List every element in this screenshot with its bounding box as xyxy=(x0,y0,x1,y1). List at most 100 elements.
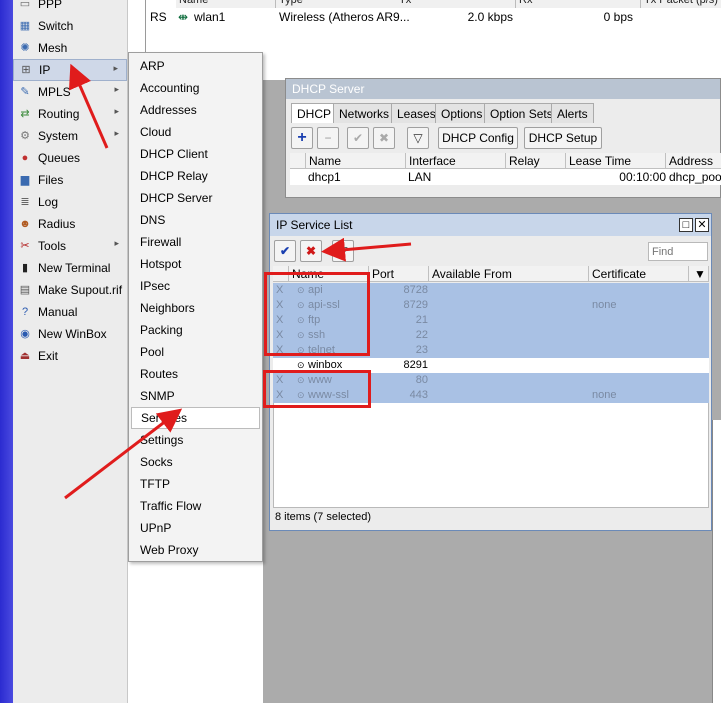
sidebar-item-label: Log xyxy=(38,195,59,209)
remove-icon[interactable]: − xyxy=(317,127,339,149)
row-port: 8291 xyxy=(403,359,428,371)
sidebar-item-mpls[interactable]: ✎ MPLS ▸ xyxy=(13,81,127,103)
submenu-arrow-icon: ▸ xyxy=(113,63,118,73)
enable-check-icon[interactable]: ✔ xyxy=(274,240,296,262)
ip-submenu: ARP Accounting Addresses Cloud DHCP Client DH… xyxy=(128,52,263,562)
find-input[interactable] xyxy=(648,242,708,261)
sidebar-item-routing[interactable]: ⇄ Routing ▸ xyxy=(13,103,127,125)
sidebar-item-make-supout-rif[interactable]: ▤ Make Supout.rif xyxy=(13,279,127,301)
ppp-icon: ▭ xyxy=(19,0,31,10)
submenu-item-cloud[interactable]: Cloud xyxy=(131,121,260,143)
submenu-item-ipsec[interactable]: IPsec xyxy=(131,275,260,297)
disable-x-icon[interactable]: ✖ xyxy=(300,240,322,262)
submenu-item-settings[interactable]: Settings xyxy=(131,429,260,451)
filter-icon[interactable]: ▽ xyxy=(332,240,354,262)
column-dropdown-icon[interactable]: ▼ xyxy=(689,266,709,282)
tab-options[interactable]: Options xyxy=(435,103,489,123)
row-certificate: none xyxy=(592,389,617,401)
close-icon[interactable]: ✕ xyxy=(695,218,709,232)
sidebar-item-tools[interactable]: ✂ Tools ▸ xyxy=(13,235,127,257)
col-header-certificate[interactable]: Certificate xyxy=(589,266,689,282)
tab-dhcp[interactable]: DHCP xyxy=(291,103,338,123)
sidebar-item-log[interactable]: ≣ Log xyxy=(13,191,127,213)
submenu-item-web-proxy[interactable]: Web Proxy xyxy=(131,539,260,561)
row-port: 443 xyxy=(409,389,428,401)
submenu-item-tftp[interactable]: TFTP xyxy=(131,473,260,495)
status-bar: 8 items (7 selected) xyxy=(275,511,371,523)
tab-networks[interactable]: Networks xyxy=(333,103,396,123)
disable-x-icon[interactable]: ✖ xyxy=(373,127,395,149)
iface-name[interactable]: wlan1 xyxy=(194,10,225,24)
submenu-arrow-icon: ▸ xyxy=(114,238,119,248)
exit-icon: ⏏ xyxy=(19,349,31,362)
submenu-item-firewall[interactable]: Firewall xyxy=(131,231,260,253)
submenu-item-upnp[interactable]: UPnP xyxy=(131,517,260,539)
submenu-item-socks[interactable]: Socks xyxy=(131,451,260,473)
maximize-icon[interactable]: □ xyxy=(679,218,693,232)
sidebar-item-system[interactable]: ⚙ System ▸ xyxy=(13,125,127,147)
col-header-name[interactable]: Name xyxy=(176,0,276,8)
col-header-dhcp-name[interactable]: Name xyxy=(306,153,406,169)
sidebar-item-exit[interactable]: ⏏ Exit xyxy=(13,345,127,367)
radius-users-icon: ☻ xyxy=(19,217,31,230)
sidebar-item-switch[interactable]: ▦ Switch xyxy=(13,15,127,37)
submenu-item-hotspot[interactable]: Hotspot xyxy=(131,253,260,275)
add-icon[interactable]: + xyxy=(291,127,313,149)
tab-alerts[interactable]: Alerts xyxy=(551,103,594,123)
enable-check-icon[interactable]: ✔ xyxy=(347,127,369,149)
col-header-flag xyxy=(290,153,306,169)
sidebar-item-files[interactable]: ▆ Files xyxy=(13,169,127,191)
sidebar-item-mesh[interactable]: ✺ Mesh xyxy=(13,37,127,59)
sidebar-item-ppp[interactable]: ▭ PPP xyxy=(13,0,127,15)
col-header-tx[interactable]: Tx xyxy=(396,0,516,8)
submenu-item-packing[interactable]: Packing xyxy=(131,319,260,341)
col-header-interface[interactable]: Interface xyxy=(406,153,506,169)
filter-icon[interactable]: ▽ xyxy=(407,127,429,149)
col-header-available-from[interactable]: Available From xyxy=(429,266,589,282)
col-header-lease-time[interactable]: Lease Time xyxy=(566,153,666,169)
sidebar-item-new-terminal[interactable]: ▮ New Terminal xyxy=(13,257,127,279)
routing-icon: ⇄ xyxy=(20,107,30,120)
dhcp-window-title[interactable]: DHCP Server xyxy=(286,79,720,99)
sidebar-item-radius[interactable]: ☻ Radius xyxy=(13,213,127,235)
winbox-icon: ◉ xyxy=(20,327,30,340)
submenu-item-snmp[interactable]: SNMP xyxy=(131,385,260,407)
submenu-item-dhcp-client[interactable]: DHCP Client xyxy=(131,143,260,165)
submenu-item-dns[interactable]: DNS xyxy=(131,209,260,231)
submenu-item-arp[interactable]: ARP xyxy=(131,55,260,77)
iface-flag: RS xyxy=(150,10,167,24)
sidebar-item-label: Routing xyxy=(38,107,80,121)
submenu-item-routes[interactable]: Routes xyxy=(131,363,260,385)
supout-icon: ▤ xyxy=(19,283,31,296)
manual-icon: ? xyxy=(21,305,29,318)
sidebar-item-queues[interactable]: ● Queues xyxy=(13,147,127,169)
submenu-item-neighbors[interactable]: Neighbors xyxy=(131,297,260,319)
dhcp-config-button[interactable]: DHCP Config xyxy=(438,127,518,149)
sidebar-item-label: Manual xyxy=(38,305,78,319)
submenu-item-dhcp-relay[interactable]: DHCP Relay xyxy=(131,165,260,187)
sidebar-item-ip[interactable]: ⊞ IP ▸ xyxy=(13,59,127,81)
sidebar-item-label: Exit xyxy=(38,349,59,363)
col-header-address-pool[interactable]: Address Po xyxy=(666,153,721,184)
row-port: 23 xyxy=(415,344,428,356)
submenu-item-services[interactable]: Services xyxy=(131,407,260,429)
submenu-item-pool[interactable]: Pool xyxy=(131,341,260,363)
col-header-port[interactable]: Port xyxy=(369,266,429,282)
row-port: 22 xyxy=(415,329,428,341)
sidebar-item-new-winbox[interactable]: ◉ New WinBox xyxy=(13,323,127,345)
submenu-item-traffic-flow[interactable]: Traffic Flow xyxy=(131,495,260,517)
col-header-tx-packet[interactable]: Tx Packet (p/s) xyxy=(641,0,721,8)
col-header-rx[interactable]: Rx xyxy=(516,0,641,8)
submenu-item-accounting[interactable]: Accounting xyxy=(131,77,260,99)
submenu-item-addresses[interactable]: Addresses xyxy=(131,99,260,121)
sidebar-item-manual[interactable]: ? Manual xyxy=(13,301,127,323)
dhcp-table-row[interactable]: dhcp1 LAN 00:10:00 dhcp_pool1 xyxy=(290,169,721,185)
mesh-icon: ✺ xyxy=(20,41,30,54)
sidebar-item-label: Radius xyxy=(38,217,76,231)
tab-option-sets[interactable]: Option Sets xyxy=(484,103,559,123)
submenu-item-dhcp-server[interactable]: DHCP Server xyxy=(131,187,260,209)
sidebar-item-label: New Terminal xyxy=(38,261,111,275)
col-header-relay[interactable]: Relay xyxy=(506,153,566,169)
service-window-titlebar[interactable]: IP Service List □ ✕ xyxy=(270,214,711,236)
dhcp-setup-button[interactable]: DHCP Setup xyxy=(524,127,602,149)
